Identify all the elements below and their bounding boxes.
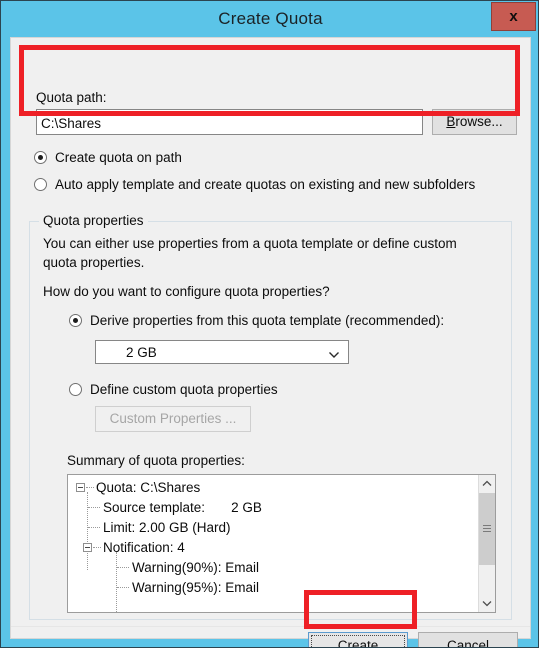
chevron-down-icon: [328, 347, 340, 358]
scrollbar-grip-icon: [483, 525, 491, 532]
scrollbar-thumb[interactable]: [479, 493, 495, 565]
tree-connector-line: [87, 492, 89, 570]
radio-label-define-custom: Define custom quota properties: [90, 382, 278, 397]
tree-row-quota-text: Quota: C:\Shares: [96, 480, 201, 495]
tree-row-notification[interactable]: Notification: 4: [103, 538, 185, 558]
radio-label-create-on-path: Create quota on path: [55, 150, 182, 165]
quota-path-label: Quota path:: [36, 90, 107, 105]
tree-connector-line: [88, 527, 100, 529]
tree-row-limit-text: Limit: 2.00 GB (Hard): [103, 520, 231, 535]
tree-expander-notification[interactable]: [83, 543, 92, 552]
tree-connector-line: [116, 552, 118, 612]
quota-summary-treeview[interactable]: Quota: C:\Shares Source template: 2 GB Li…: [67, 474, 496, 613]
tree-row-source-template[interactable]: Source template: 2 GB: [103, 498, 262, 518]
tree-row-warning-95-text: Warning(95%): Email: [132, 580, 260, 595]
radio-derive-from-template[interactable]: Derive properties from this quota templa…: [69, 313, 444, 328]
radio-label-derive-template: Derive properties from this quota templa…: [90, 313, 445, 328]
tree-connector-line: [88, 507, 100, 509]
close-icon: x: [509, 8, 518, 25]
chevron-up-icon: [479, 480, 495, 487]
tree-row-source-template-value: 2 GB: [231, 500, 262, 515]
configure-question: How do you want to configure quota prope…: [43, 284, 330, 299]
browse-button-label: Browse...: [446, 114, 503, 130]
scroll-down-button[interactable]: [479, 595, 495, 612]
radio-indicator-define-custom[interactable]: [69, 383, 82, 396]
dialog-client-area: Quota path: Browse... Create quota on pa…: [10, 37, 531, 647]
create-quota-dialog-window: Create Quota x Quota path: Browse... Cre…: [0, 0, 539, 648]
create-button-label: Create: [337, 638, 379, 648]
cancel-button[interactable]: Cancel: [418, 632, 518, 648]
description-line-2: quota properties.: [43, 255, 145, 270]
radio-label-auto-apply: Auto apply template and create quotas on…: [55, 177, 476, 192]
custom-properties-button-label: Custom Properties ...: [109, 411, 237, 427]
tree-connector-line: [86, 487, 94, 489]
window-title: Create Quota: [218, 9, 323, 28]
custom-properties-button: Custom Properties ...: [95, 406, 251, 432]
radio-indicator-derive-template[interactable]: [69, 314, 82, 327]
tree-connector-line: [117, 567, 129, 569]
footer-divider: [11, 626, 530, 627]
tree-connector-line: [117, 587, 129, 589]
tree-row-quota[interactable]: Quota: C:\Shares: [96, 478, 200, 498]
radio-indicator-auto-apply[interactable]: [34, 178, 47, 191]
quota-template-combobox[interactable]: 2 GB: [95, 340, 349, 364]
browse-button[interactable]: Browse...: [432, 109, 517, 135]
tree-row-warning-90-text: Warning(90%): Email: [132, 560, 260, 575]
close-button[interactable]: x: [491, 2, 536, 31]
title-bar: Create Quota x: [2, 2, 538, 37]
tree-expander-quota[interactable]: [76, 483, 85, 492]
scroll-up-button[interactable]: [479, 475, 495, 492]
cancel-button-label: Cancel: [446, 638, 490, 648]
description-line-1: You can either use properties from a quo…: [43, 236, 457, 251]
radio-create-quota-on-path[interactable]: Create quota on path: [34, 150, 182, 165]
tree-connector-line: [93, 547, 101, 549]
quota-path-input[interactable]: [36, 109, 423, 135]
tree-row-warning-95[interactable]: Warning(95%): Email: [132, 578, 259, 598]
chevron-down-icon: [479, 600, 495, 607]
tree-row-warning-90[interactable]: Warning(90%): Email: [132, 558, 259, 578]
tree-row-notification-text: Notification: 4: [103, 540, 185, 555]
quota-summary-tree-content: Quota: C:\Shares Source template: 2 GB Li…: [68, 475, 478, 612]
quota-template-selected-value: 2 GB: [126, 345, 157, 360]
quota-properties-group-title: Quota properties: [39, 213, 148, 228]
tree-scrollbar[interactable]: [478, 475, 495, 612]
summary-label: Summary of quota properties:: [67, 453, 245, 468]
radio-indicator-create-on-path[interactable]: [34, 151, 47, 164]
tree-row-source-template-text: Source template:: [103, 500, 206, 515]
tree-row-limit[interactable]: Limit: 2.00 GB (Hard): [103, 518, 231, 538]
radio-define-custom-properties[interactable]: Define custom quota properties: [69, 382, 278, 397]
create-button[interactable]: Create: [308, 632, 408, 648]
radio-auto-apply-template[interactable]: Auto apply template and create quotas on…: [34, 177, 475, 192]
